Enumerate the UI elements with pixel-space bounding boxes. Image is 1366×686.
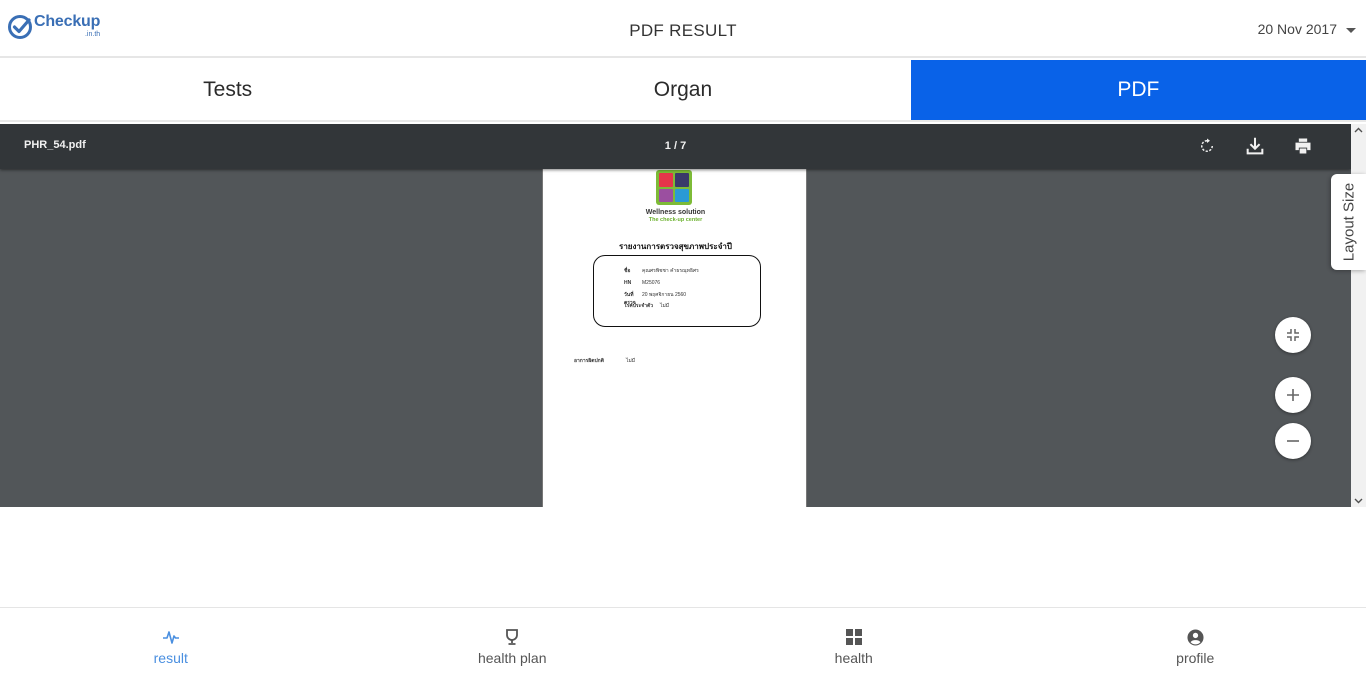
bottom-navigation: result health plan health profile (0, 607, 1366, 686)
scroll-down-icon[interactable] (1354, 496, 1363, 505)
account-circle-icon (1185, 627, 1205, 647)
grid-icon (844, 627, 864, 647)
pdf-page: Wellness solution The check-up center รา… (542, 168, 807, 507)
zoom-out-icon (1287, 440, 1299, 442)
rotate-button[interactable] (1195, 134, 1219, 158)
scroll-up-icon[interactable] (1354, 126, 1363, 135)
tab-pdf[interactable]: PDF (910, 60, 1366, 120)
pdf-toolbar: PHR_54.pdf 1 / 7 (0, 124, 1351, 169)
layout-size-label: Layout Size (1340, 182, 1357, 262)
nav-label: health plan (477, 650, 547, 666)
layout-size-tab[interactable]: Layout Size (1331, 174, 1366, 270)
download-icon (1246, 137, 1264, 155)
print-button[interactable] (1291, 134, 1315, 158)
tab-tests[interactable]: Tests (0, 60, 456, 120)
zoom-in-icon (1287, 389, 1299, 401)
pulse-icon (161, 627, 181, 647)
download-button[interactable] (1243, 134, 1267, 158)
pdf-viewer[interactable]: PHR_54.pdf 1 / 7 Wellness solution The c… (0, 124, 1366, 507)
company-name: Wellness solution (645, 209, 706, 216)
page-title: PDF RESULT (629, 21, 737, 40)
nav-label: profile (1176, 650, 1215, 666)
wellness-logo (656, 170, 692, 205)
report-title: รายงานการตรวจสุขภาพประจำปี (619, 242, 732, 251)
nav-profile[interactable]: profile (1025, 608, 1366, 686)
result-tabs: Tests Organ PDF (0, 60, 1366, 122)
date-dropdown[interactable]: 20 Nov 2017 (1258, 21, 1356, 37)
trophy-icon (502, 627, 522, 647)
nav-result[interactable]: result (0, 608, 342, 686)
page-indicator: 1 / 7 (664, 140, 687, 152)
tab-organ[interactable]: Organ (455, 60, 911, 120)
fit-page-button[interactable] (1275, 317, 1311, 353)
print-icon (1295, 138, 1311, 154)
nav-label: health (834, 650, 873, 666)
app-header: Checkup .in.th PDF RESULT 20 Nov 2017 (0, 0, 1366, 58)
fit-page-icon (1287, 329, 1299, 341)
rotate-icon (1201, 138, 1213, 152)
abnormal-row: อาการผิดปกติ ไม่มี (574, 358, 636, 364)
nav-label: result (153, 650, 188, 666)
info-row: ชื่อ คุณศรพิชชา คำธรณุทธิศร (624, 268, 699, 274)
patient-info-box: ชื่อ คุณศรพิชชา คำธรณุทธิศร HN M25076 วั… (593, 255, 761, 327)
zoom-in-button[interactable] (1275, 377, 1311, 413)
date-value: 20 Nov 2017 (1257, 21, 1337, 37)
nav-health[interactable]: health (683, 608, 1025, 686)
caret-down-icon (1346, 27, 1356, 33)
nav-health-plan[interactable]: health plan (342, 608, 684, 686)
info-row: HN M25076 (624, 280, 661, 286)
zoom-out-button[interactable] (1275, 423, 1311, 459)
info-row: โรคประจำตัว ไม่มี (624, 303, 670, 309)
company-tagline: The check-up center (648, 217, 703, 223)
